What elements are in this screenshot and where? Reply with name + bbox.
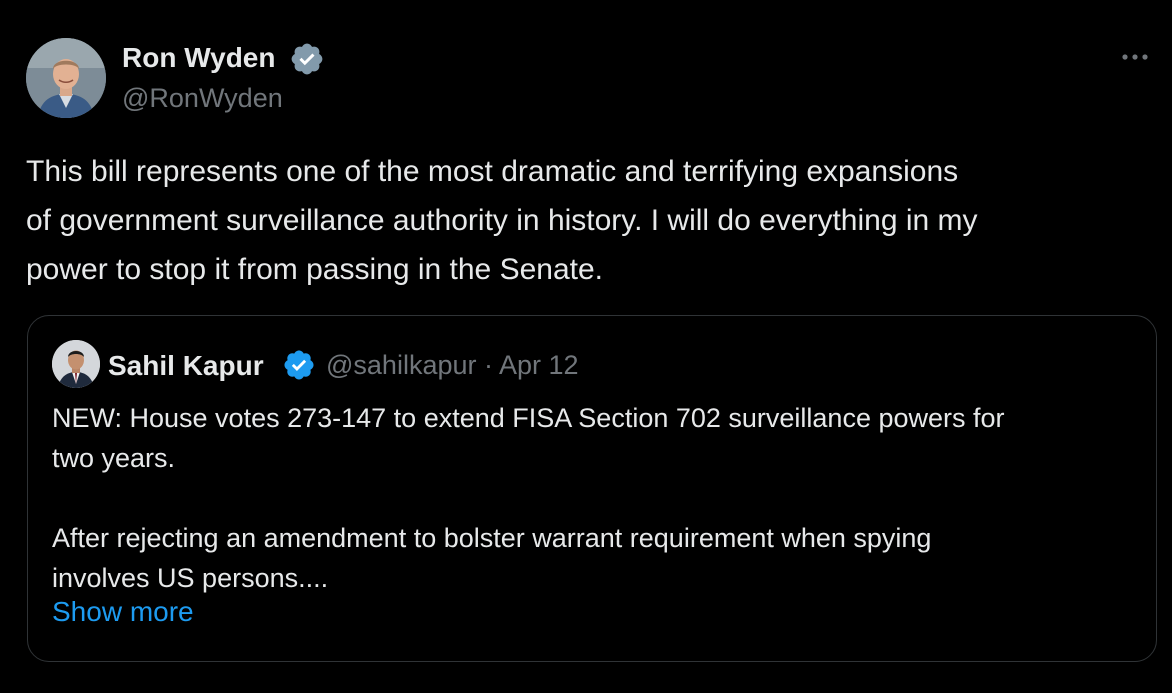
meta-separator: · (484, 350, 493, 380)
quoted-text-line: NEW: House votes 273-147 to extend FISA … (52, 403, 1005, 433)
more-options-button[interactable] (1118, 44, 1152, 70)
quoted-author-name[interactable]: Sahil Kapur (108, 350, 264, 382)
tweet-text: This bill represents one of the most dra… (26, 147, 1156, 294)
quoted-date[interactable]: Apr 12 (499, 350, 579, 380)
verified-badge-icon[interactable] (289, 41, 325, 77)
quoted-text-blank-line (52, 478, 1142, 518)
author-avatar-image (26, 38, 106, 118)
quoted-tweet-text: NEW: House votes 273-147 to extend FISA … (52, 398, 1142, 598)
tweet: Ron Wyden @RonWyden This bill represents… (0, 0, 1172, 693)
author-handle[interactable]: @RonWyden (122, 83, 283, 114)
quoted-avatar-image (52, 340, 100, 388)
tweet-text-line: power to stop it from passing in the Sen… (26, 253, 603, 286)
author-avatar[interactable] (26, 38, 106, 118)
tweet-text-line: This bill represents one of the most dra… (26, 155, 959, 188)
quoted-text-line: After rejecting an amendment to bolster … (52, 523, 932, 553)
more-horizontal-icon (1122, 54, 1148, 60)
show-more-link[interactable]: Show more (52, 596, 194, 628)
quoted-meta: @sahilkapur · Apr 12 (326, 350, 579, 381)
quoted-tweet-card[interactable]: Sahil Kapur @sahilkapur · Apr 12 NEW: Ho… (27, 315, 1157, 662)
tweet-text-line: of government surveillance authority in … (26, 204, 978, 237)
verified-badge-icon[interactable] (282, 348, 316, 382)
author-name[interactable]: Ron Wyden (122, 42, 275, 74)
quoted-author-handle[interactable]: @sahilkapur (326, 350, 476, 380)
quoted-author-avatar[interactable] (52, 340, 100, 388)
quoted-text-line: two years. (52, 443, 176, 473)
quoted-text-line: involves US persons.... (52, 563, 329, 593)
